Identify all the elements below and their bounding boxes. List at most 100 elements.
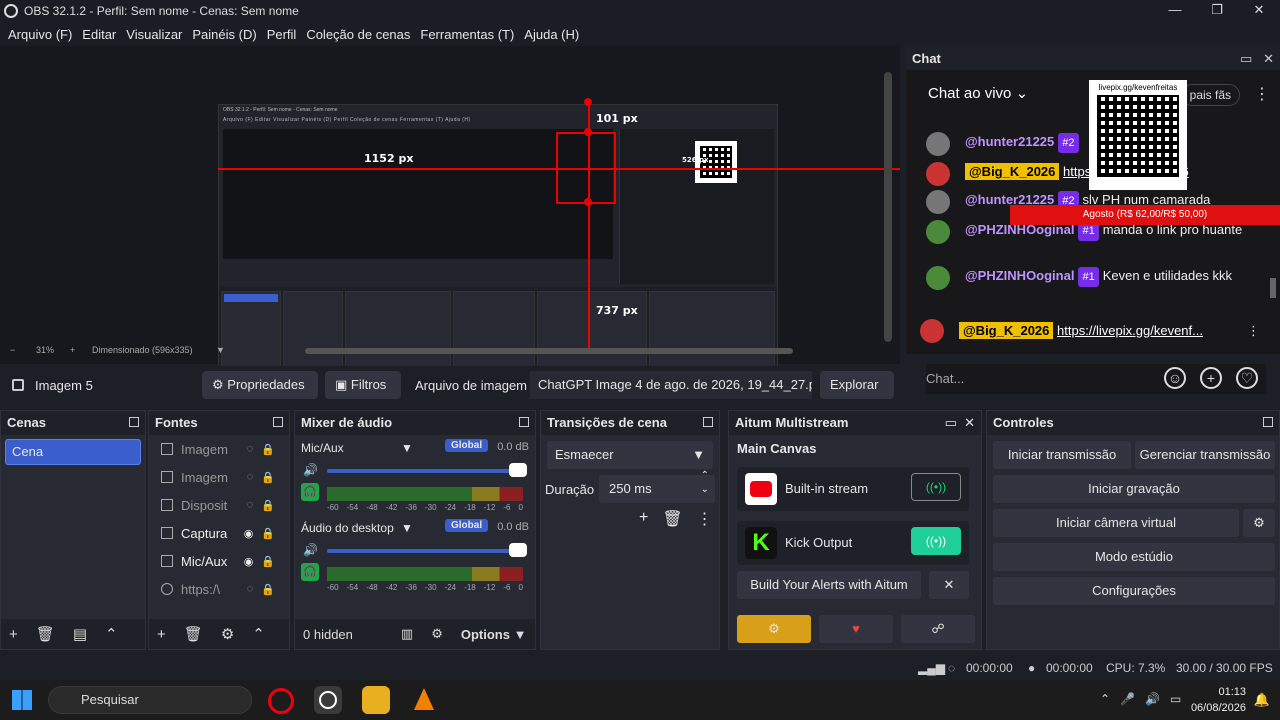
settings-icon[interactable]: ⚙ <box>737 615 811 643</box>
hidden-eye-icon[interactable]: ◌ <box>247 443 254 455</box>
menu-view[interactable]: Visualizar <box>122 27 186 42</box>
minimize-button[interactable]: — <box>1154 0 1196 22</box>
float-icon[interactable] <box>703 417 713 427</box>
move-up-icon[interactable]: ⌃ <box>252 625 265 643</box>
lock-icon[interactable]: 🔒 <box>261 555 275 568</box>
chat-input[interactable]: Chat... ☺ + ♡ <box>926 364 1266 394</box>
guide-handle[interactable] <box>584 198 592 206</box>
chat-scrollbar[interactable] <box>1270 278 1276 298</box>
headphones-icon[interactable]: 🎧 <box>301 563 319 581</box>
scene-item[interactable]: Cena <box>5 439 141 465</box>
float-icon[interactable] <box>273 417 283 427</box>
output-toggle[interactable]: ((•)) <box>911 473 961 501</box>
volume-slider[interactable] <box>327 549 523 553</box>
source-item[interactable]: Imagem ◌ 🔒 <box>149 463 289 491</box>
source-item[interactable]: Imagem ◌ 🔒 <box>149 435 289 463</box>
source-settings-icon[interactable]: ⚙ <box>221 625 234 643</box>
source-item[interactable]: Disposit ◌ 🔒 <box>149 491 289 519</box>
layout-icon[interactable]: ▥ <box>401 626 413 642</box>
more-options-icon[interactable]: ⋮ <box>1254 84 1270 104</box>
float-icon[interactable] <box>129 417 139 427</box>
notifications-icon[interactable]: 🔔 <box>1254 692 1270 708</box>
studio-mode-button[interactable]: Modo estúdio <box>993 543 1275 571</box>
explore-button[interactable]: Explorar <box>820 371 894 399</box>
menu-tools[interactable]: Ferramentas (T) <box>416 27 518 42</box>
volume-icon[interactable]: 🔊 <box>303 543 318 557</box>
scene-filters-icon[interactable]: ▤ <box>73 625 87 643</box>
heart-icon[interactable]: ♡ <box>1236 367 1258 389</box>
channel-menu-icon[interactable]: ▼ <box>401 441 413 455</box>
volume-slider[interactable] <box>327 469 523 473</box>
emoji-icon[interactable]: ☺ <box>1164 367 1186 389</box>
source-item[interactable]: Mic/Aux ◉ 🔒 <box>149 547 289 575</box>
obs-taskbar-icon[interactable] <box>314 686 342 714</box>
dock-controls[interactable]: ▭ ✕ <box>945 411 975 435</box>
heart-icon[interactable]: ♥ <box>819 615 893 643</box>
taskbar-clock[interactable]: 01:13 06/08/2026 <box>1191 684 1246 716</box>
add-icon[interactable]: + <box>1200 367 1222 389</box>
start-virtual-camera-button[interactable]: Iniciar câmera virtual <box>993 509 1239 537</box>
menu-help[interactable]: Ajuda (H) <box>520 27 583 42</box>
headphones-icon[interactable]: 🎧 <box>301 483 319 501</box>
chat-username[interactable]: @Big_K_2026 <box>965 163 1060 180</box>
source-item[interactable]: Captura ◉ 🔒 <box>149 519 289 547</box>
lock-icon[interactable]: 🔒 <box>261 443 275 456</box>
hidden-eye-icon[interactable]: ◌ <box>247 471 254 483</box>
settings-button[interactable]: Configurações <box>993 577 1275 605</box>
float-icon[interactable] <box>1263 417 1273 427</box>
scaling-dropdown-icon[interactable]: ▼ <box>216 345 225 355</box>
guide-handle[interactable] <box>584 98 592 106</box>
virtual-camera-settings-icon[interactable]: ⚙ <box>1243 509 1275 537</box>
add-transition-icon[interactable]: + <box>639 509 648 529</box>
preview-horizontal-scrollbar[interactable] <box>305 348 793 354</box>
duration-field[interactable]: 250 ms ⌃ ⌄ <box>599 470 715 503</box>
menu-edit[interactable]: Editar <box>78 27 120 42</box>
taskbar-search[interactable]: Pesquisar <box>48 686 252 714</box>
lock-icon[interactable]: 🔒 <box>261 499 275 512</box>
windows-start-icon[interactable] <box>12 690 32 710</box>
discord-icon[interactable]: ☍ <box>901 615 975 643</box>
filters-button[interactable]: ▣ Filtros <box>325 371 401 399</box>
channel-menu-icon[interactable]: ▼ <box>401 521 413 535</box>
chat-live-selector[interactable]: Chat ao vivo ⌄ <box>928 84 1028 102</box>
volume-icon[interactable]: 🔊 <box>303 463 318 477</box>
menu-docks[interactable]: Painéis (D) <box>188 27 260 42</box>
output-toggle[interactable]: ((•)) <box>911 527 961 555</box>
hidden-eye-icon[interactable]: ◌ <box>247 499 254 511</box>
opera-icon[interactable] <box>268 688 294 714</box>
zoom-in-button[interactable]: + <box>70 345 75 355</box>
guide-handle[interactable] <box>584 128 592 136</box>
mixer-settings-icon[interactable]: ⚙ <box>431 626 443 642</box>
zoom-out-button[interactable]: − <box>10 345 15 355</box>
preview-area[interactable]: OBS 32.1.2 - Perfil: Sem nome - Cenas: S… <box>0 46 900 394</box>
maximize-button[interactable]: ❐ <box>1196 0 1238 22</box>
move-up-icon[interactable]: ⌃ <box>105 625 118 643</box>
dismiss-icon[interactable]: ✕ <box>929 571 969 599</box>
image-file-field[interactable]: ChatGPT Image 4 de ago. de 2026, 19_44_2… <box>530 371 812 399</box>
menu-scene-collection[interactable]: Coleção de cenas <box>302 27 414 42</box>
remove-scene-icon[interactable]: 🗑 <box>36 625 55 643</box>
vlc-icon[interactable] <box>410 686 438 714</box>
transition-select[interactable]: Esmaecer ▼ <box>547 441 713 469</box>
eye-icon[interactable]: ◉ <box>244 555 254 568</box>
more-options-icon[interactable]: ⋮ <box>1247 316 1260 346</box>
manage-stream-button[interactable]: Gerenciar transmissão <box>1135 441 1275 469</box>
chat-link[interactable]: https://livepix.gg/kevenf... <box>1057 323 1203 338</box>
chat-username[interactable]: @PHZINHOoginal <box>965 268 1074 283</box>
add-scene-icon[interactable]: + <box>9 626 18 643</box>
start-recording-button[interactable]: Iniciar gravação <box>993 475 1275 503</box>
preview-vertical-scrollbar[interactable] <box>884 72 892 342</box>
build-alerts-button[interactable]: Build Your Alerts with Aitum <box>737 571 921 599</box>
remove-source-icon[interactable]: 🗑 <box>184 625 203 643</box>
chat-username[interactable]: @Big_K_2026 <box>959 322 1054 339</box>
global-badge[interactable]: Global <box>445 439 489 452</box>
add-source-icon[interactable]: + <box>157 626 166 643</box>
menu-file[interactable]: Arquivo (F) <box>4 27 76 42</box>
start-stream-button[interactable]: Iniciar transmissão <box>993 441 1131 469</box>
global-badge[interactable]: Global <box>445 519 489 532</box>
system-tray[interactable]: ⌃ 🎤 🔊 ▭ <box>1100 692 1181 706</box>
hidden-eye-icon[interactable]: ◌ <box>247 583 254 595</box>
top-fans-button[interactable]: pais fãs <box>1180 84 1240 106</box>
more-options-icon[interactable]: ⋮ <box>697 509 713 529</box>
lock-icon[interactable]: 🔒 <box>261 527 275 540</box>
